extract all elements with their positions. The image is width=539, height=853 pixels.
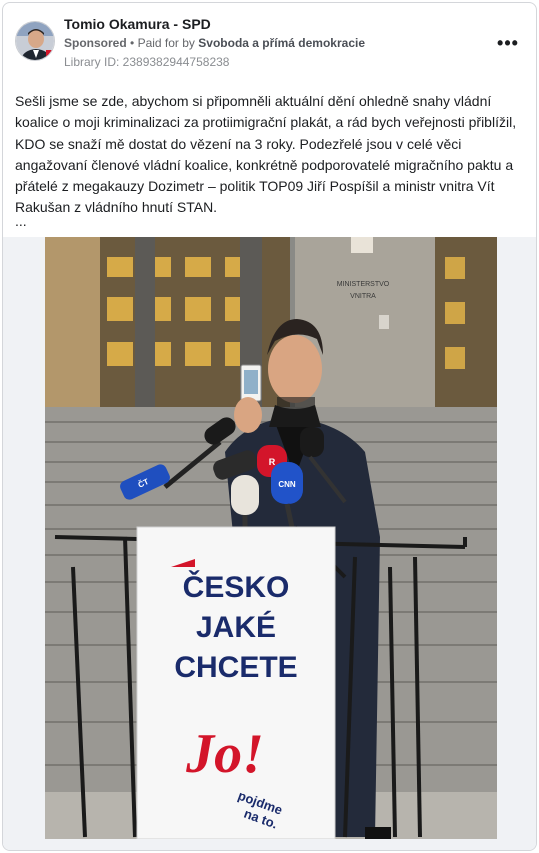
sponsored-line: Sponsored • Paid for by Svoboda a přímá … (64, 36, 365, 50)
paid-for-prefix: Paid for by (137, 36, 195, 50)
mic-label-r: R (269, 457, 276, 467)
more-options-button[interactable]: ••• (494, 31, 522, 55)
podium-sign: ČESKO JAKÉ CHCETE Jo! pojdme na to. (136, 526, 336, 839)
library-id: Library ID: 2389382944758238 (64, 55, 230, 69)
sponsored-label: Sponsored (64, 36, 127, 50)
see-more-ellipsis[interactable]: ... (15, 213, 27, 229)
mic-label-cnn: CNN (278, 480, 296, 489)
more-dots-icon: ••• (497, 32, 519, 53)
post-body-text: Sešli jsme se zde, abychom si připomněli… (15, 93, 517, 216)
press-conference-image: MINISTERSTVO VNITRA ČT R CNN ČESKO JAKÉ … (45, 237, 497, 839)
building-sign-line1: MINISTERSTVO (337, 281, 390, 288)
sign-line3: CHCETE (174, 651, 297, 684)
sign-line1: ČESKO (183, 570, 290, 604)
sign-line2: JAKÉ (196, 610, 276, 644)
funder-link[interactable]: Svoboda a přímá demokracie (198, 36, 365, 50)
building-sign-line2: VNITRA (350, 293, 376, 300)
avatar-photo (16, 22, 54, 60)
meta-separator: • (130, 36, 135, 50)
jo-logo: Jo! (185, 723, 264, 785)
page-name-link[interactable]: Tomio Okamura - SPD (64, 16, 211, 32)
post-media: MINISTERSTVO VNITRA ČT R CNN ČESKO JAKÉ … (3, 237, 536, 850)
ad-card: Tomio Okamura - SPD Sponsored • Paid for… (2, 2, 537, 851)
page-avatar[interactable] (15, 21, 55, 61)
post-header: Tomio Okamura - SPD Sponsored • Paid for… (3, 3, 536, 83)
post-photo[interactable]: MINISTERSTVO VNITRA ČT R CNN ČESKO JAKÉ … (45, 237, 497, 839)
